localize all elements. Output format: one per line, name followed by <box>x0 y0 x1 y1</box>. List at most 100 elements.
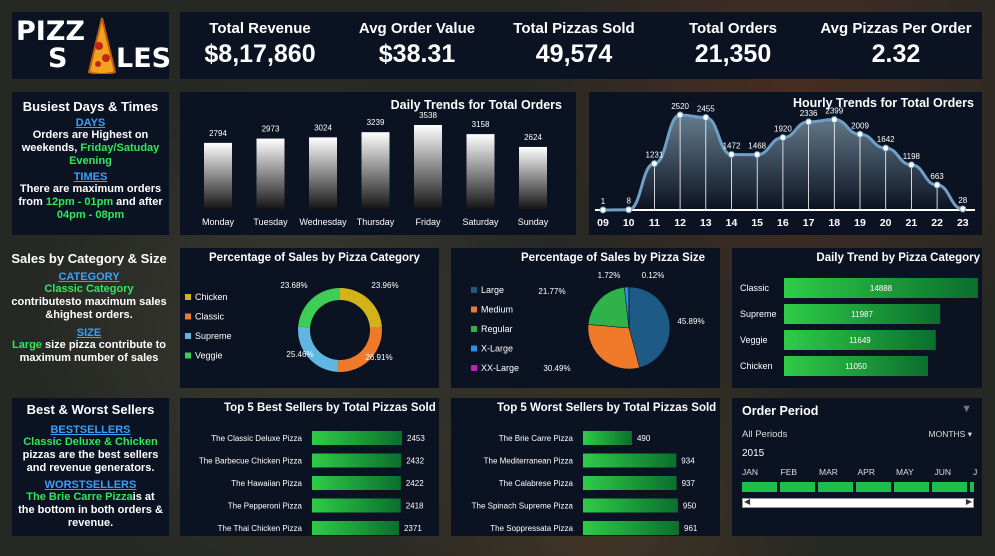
donut-slice <box>337 327 382 372</box>
data-label: 2009 <box>851 121 869 130</box>
kpi-title: Avg Pizzas Per Order <box>820 20 972 37</box>
bar <box>312 431 402 445</box>
bar <box>583 498 678 513</box>
tick-label: 09 <box>597 217 609 229</box>
tick-label: Thursday <box>357 217 395 227</box>
slicer-month[interactable]: JAN <box>742 467 758 477</box>
data-point <box>650 160 658 168</box>
months-dropdown[interactable]: MONTHS ▾ <box>929 429 973 440</box>
tick-label: 11 <box>649 217 660 229</box>
size-text-2: size pizza contribute to maximum number … <box>19 339 167 364</box>
tick-label: Wednesday <box>299 217 347 227</box>
data-label: 937 <box>682 479 696 488</box>
legend-swatch <box>185 313 191 320</box>
data-label: 2418 <box>406 502 424 511</box>
kpi-total-pizzas-sold: Total Pizzas Sold 49,574 <box>494 12 654 79</box>
slicer-scrollbar[interactable]: ◀ ▶ <box>742 497 974 508</box>
clear-filter-icon[interactable]: ▼ <box>961 403 972 415</box>
category-label: Classic <box>740 283 770 293</box>
data-point <box>702 113 710 121</box>
legend-label: Medium <box>481 305 513 315</box>
data-label: 23.96% <box>371 281 398 290</box>
legend-swatch <box>185 352 191 359</box>
slicer-months: JAN FEB MAR APR MAY JUN J <box>742 467 977 479</box>
bar <box>583 521 679 535</box>
legend-label: Veggie <box>195 351 223 361</box>
kpi-title: Total Orders <box>688 20 778 37</box>
data-label: 11050 <box>845 362 867 371</box>
all-periods-label: All Periods <box>742 429 788 440</box>
data-label: 1642 <box>877 135 895 144</box>
data-label: 3024 <box>314 123 332 132</box>
category-label: Supreme <box>740 309 777 319</box>
tick-label: 23 <box>957 217 969 229</box>
slicer-month[interactable]: FEB <box>781 467 798 477</box>
days-heading: DAYS <box>75 117 106 129</box>
kpi-bar: Total Revenue $8,17,860 Avg Order Value $3… <box>180 12 982 79</box>
data-label: 30.49% <box>543 364 570 373</box>
pizza-slice-icon <box>87 17 117 74</box>
donut-slice <box>340 288 382 329</box>
tick-label: 19 <box>854 217 866 229</box>
kpi-total-revenue: Total Revenue $8,17,860 <box>180 12 340 79</box>
category-donut-chart: Chicken Classic Supreme Veggie 23.96% 26.91% 2… <box>185 281 399 372</box>
kpi-title: Total Revenue <box>209 20 311 37</box>
busiest-days-panel: Busiest Days & Times DAYS Orders are Hig… <box>12 92 169 235</box>
scroll-right-icon[interactable]: ▶ <box>966 497 972 506</box>
data-point <box>728 151 735 159</box>
size-pie-chart: Large Medium Regular X-Large XX-Large 45.89% 3… <box>471 271 705 373</box>
slicer-timeline-bar[interactable] <box>742 482 974 492</box>
bar <box>312 476 401 490</box>
legend-swatch <box>471 326 477 332</box>
kpi-value: 49,574 <box>535 40 613 68</box>
kpi-avg-pizzas-per-order: Avg Pizzas Per Order 2.32 <box>810 12 982 79</box>
tick-label: Saturday <box>462 217 499 227</box>
data-point <box>805 118 813 126</box>
tick-label: 13 <box>700 217 712 229</box>
donut-slice <box>298 288 340 328</box>
scroll-left-icon[interactable]: ◀ <box>744 497 750 506</box>
kpi-value: 21,350 <box>694 40 772 68</box>
chevron-down-icon: ▾ <box>967 429 972 439</box>
data-point <box>959 205 967 213</box>
bestsellers-text: Classic Deluxe & Chicken pizzas are the … <box>12 436 169 475</box>
category-text-2: contributesto maximum sales &highest ord… <box>11 296 167 321</box>
bar <box>519 146 547 210</box>
months-dropdown-label: MONTHS <box>928 429 966 439</box>
category-label: The Barbecue Chicken Pizza <box>199 457 303 466</box>
category-size-panel: Sales by Category & Size CATEGORY Classi… <box>3 248 175 388</box>
category-trend-panel: Daily Trend by Pizza Category Classic 148… <box>732 248 982 388</box>
data-point <box>933 181 941 189</box>
data-point <box>907 161 915 169</box>
data-label: 663 <box>930 172 944 181</box>
slicer-month[interactable]: MAR <box>819 467 838 477</box>
data-label: 934 <box>681 457 695 466</box>
slicer-month[interactable]: J <box>973 467 977 477</box>
category-label: The Thai Chicken Pizza <box>218 524 303 533</box>
data-point <box>625 206 633 214</box>
slicer-month[interactable]: MAY <box>896 467 914 477</box>
best-sellers-panel: Top 5 Best Sellers by Total Pizzas Sold … <box>180 398 439 536</box>
slicer-month[interactable]: APR <box>858 467 875 477</box>
tick-label: Monday <box>202 217 235 227</box>
busiest-title: Busiest Days & Times <box>22 99 159 114</box>
data-label: 2455 <box>697 104 715 113</box>
legend-swatch <box>185 294 191 300</box>
bar <box>466 134 495 210</box>
best-sellers-chart: The Classic Deluxe Pizza 2453 The Barbecue… <box>199 431 425 535</box>
data-label: 490 <box>637 434 651 443</box>
data-label: 1198 <box>903 152 921 161</box>
data-label: 1 <box>601 197 606 206</box>
times-text: There are maximum orders from 12pm - 01p… <box>12 183 169 222</box>
order-period-slicer: Order Period ▼ All Periods MONTHS ▾ 2015… <box>732 398 982 536</box>
data-label: 25.46% <box>286 350 313 359</box>
daily-orders-panel: Daily Trends for Total Orders 2794 Monday… <box>180 92 576 235</box>
data-label: 1920 <box>774 125 792 134</box>
worst-sellers-panel: Top 5 Worst Sellers by Total Pizzas Sold… <box>451 398 720 536</box>
slicer-month[interactable]: JUN <box>935 467 952 477</box>
slicer-year: 2015 <box>742 448 765 459</box>
category-text-1: Classic Category <box>44 283 134 295</box>
category-label: The Mediterranean Pizza <box>484 457 574 466</box>
category-pie-panel: Percentage of Sales by Pizza Category Ch… <box>180 248 439 388</box>
pie-slice <box>587 286 630 329</box>
